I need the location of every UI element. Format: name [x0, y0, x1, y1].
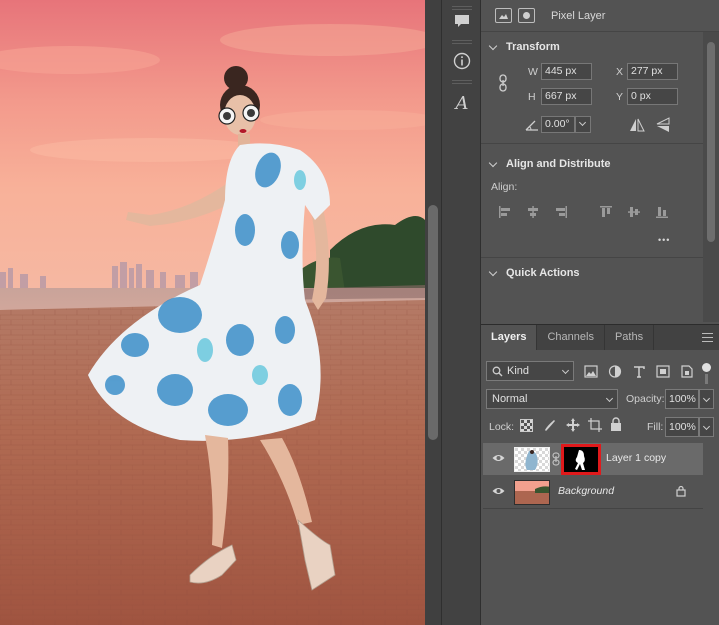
filter-shape-icon[interactable]: [656, 365, 670, 378]
opacity-field[interactable]: 100%: [665, 389, 699, 409]
transform-title: Transform: [506, 41, 560, 53]
layer-type-label: Pixel Layer: [551, 9, 606, 22]
filter-adjustment-icon[interactable]: [608, 365, 622, 378]
align-section-header[interactable]: Align and Distribute: [481, 151, 611, 177]
blend-mode-dropdown[interactable]: Normal: [486, 389, 618, 409]
layers-tab-bar: Layers Channels Paths: [481, 325, 719, 350]
canvas-scroll-thumb[interactable]: [428, 205, 438, 440]
lock-image-pixels-icon[interactable]: [543, 418, 557, 435]
align-left-icon[interactable]: [497, 204, 513, 220]
chevron-down-icon: [561, 366, 570, 375]
flip-horizontal-icon[interactable]: [629, 118, 645, 132]
eye-icon[interactable]: [492, 453, 505, 463]
filter-smart-object-icon[interactable]: [680, 365, 694, 378]
strip-grip[interactable]: [452, 40, 472, 44]
lock-transparent-pixels-icon[interactable]: [520, 419, 533, 432]
layer-name[interactable]: Background: [558, 485, 614, 497]
strip-grip[interactable]: [452, 80, 472, 84]
layer-divider: [483, 508, 703, 509]
chevron-down-icon: [489, 269, 498, 278]
mask-link-icon[interactable]: [552, 452, 560, 466]
panel-icon-strip: A: [441, 0, 481, 625]
layer-mask-thumbnail[interactable]: [561, 444, 601, 475]
filter-kind-value: Kind: [507, 365, 530, 377]
comment-icon[interactable]: [448, 8, 476, 34]
x-label: X: [616, 66, 624, 78]
tab-channels[interactable]: Channels: [537, 325, 605, 350]
fill-label: Fill:: [647, 421, 664, 433]
height-field[interactable]: 667 px: [541, 88, 592, 105]
quick-actions-section-header[interactable]: Quick Actions: [481, 260, 580, 286]
width-field[interactable]: 445 px: [541, 63, 592, 80]
transform-section-header[interactable]: Transform: [481, 34, 560, 60]
info-icon[interactable]: [448, 48, 476, 74]
layer-thumbnail[interactable]: [514, 480, 550, 505]
glyph-icon[interactable]: A: [448, 90, 476, 116]
filter-pixel-icon[interactable]: [584, 365, 598, 378]
align-middle-vertical-icon[interactable]: [626, 204, 642, 220]
layer-mask-icon[interactable]: [518, 8, 535, 23]
fill-field[interactable]: 100%: [665, 417, 699, 437]
chevron-down-icon: [489, 43, 498, 52]
y-position-field[interactable]: 0 px: [627, 88, 678, 105]
section-divider: [481, 143, 703, 144]
lock-all-icon[interactable]: [610, 417, 622, 435]
search-icon: [492, 366, 503, 377]
lock-position-icon[interactable]: [565, 417, 581, 436]
more-options-button[interactable]: •••: [658, 235, 670, 245]
blend-mode-value: Normal: [492, 393, 528, 405]
opacity-dropdown[interactable]: [699, 389, 714, 409]
filter-toggle[interactable]: [702, 361, 712, 385]
fashion-model-photo: [0, 0, 425, 625]
layer-row-layer-1-copy[interactable]: Layer 1 copy: [483, 443, 703, 475]
h-label: H: [528, 91, 536, 103]
x-position-field[interactable]: 277 px: [627, 63, 678, 80]
layer-name[interactable]: Layer 1 copy: [606, 452, 666, 464]
align-center-horizontal-icon[interactable]: [525, 204, 541, 220]
properties-scroll-thumb[interactable]: [707, 42, 715, 242]
properties-header: Pixel Layer: [481, 0, 719, 32]
lock-icon: [676, 485, 686, 500]
w-label: W: [528, 66, 538, 78]
chevron-down-icon: [605, 394, 614, 403]
properties-scrollbar[interactable]: [703, 32, 719, 322]
angle-icon: [525, 119, 539, 131]
tab-layers[interactable]: Layers: [481, 325, 538, 350]
properties-panel: Pixel Layer Transform W 445 px X 277 px …: [481, 0, 719, 322]
layer-row-background[interactable]: Background: [483, 476, 703, 508]
tab-paths[interactable]: Paths: [605, 325, 655, 350]
panel-menu-icon[interactable]: [702, 333, 713, 342]
link-icon[interactable]: [497, 74, 509, 92]
angle-field[interactable]: 0.00°: [541, 116, 575, 133]
fill-dropdown[interactable]: [699, 417, 714, 437]
align-title: Align and Distribute: [506, 158, 611, 170]
align-top-icon[interactable]: [598, 204, 614, 220]
align-label: Align:: [491, 181, 518, 193]
align-bottom-icon[interactable]: [654, 204, 670, 220]
layers-panel: Layers Channels Paths Kind Normal Opacit…: [481, 324, 719, 625]
opacity-label: Opacity:: [626, 393, 665, 405]
right-panels: Pixel Layer Transform W 445 px X 277 px …: [481, 0, 719, 625]
quick-actions-title: Quick Actions: [506, 267, 580, 279]
eye-icon[interactable]: [492, 486, 505, 496]
lock-label: Lock:: [489, 421, 515, 433]
document-canvas[interactable]: [0, 0, 425, 625]
lock-artboard-icon[interactable]: [587, 417, 603, 436]
chevron-down-icon: [489, 160, 498, 169]
section-divider: [481, 257, 703, 258]
y-label: Y: [616, 91, 624, 103]
angle-dropdown[interactable]: [575, 116, 591, 133]
flip-vertical-icon[interactable]: [656, 117, 670, 133]
layer-thumbnail[interactable]: [514, 447, 550, 472]
pixel-layer-icon: [495, 8, 512, 23]
filter-type-icon[interactable]: [632, 365, 646, 378]
filter-kind-dropdown[interactable]: Kind: [486, 361, 574, 381]
canvas-vertical-scrollbar[interactable]: [425, 0, 441, 625]
align-right-icon[interactable]: [553, 204, 569, 220]
